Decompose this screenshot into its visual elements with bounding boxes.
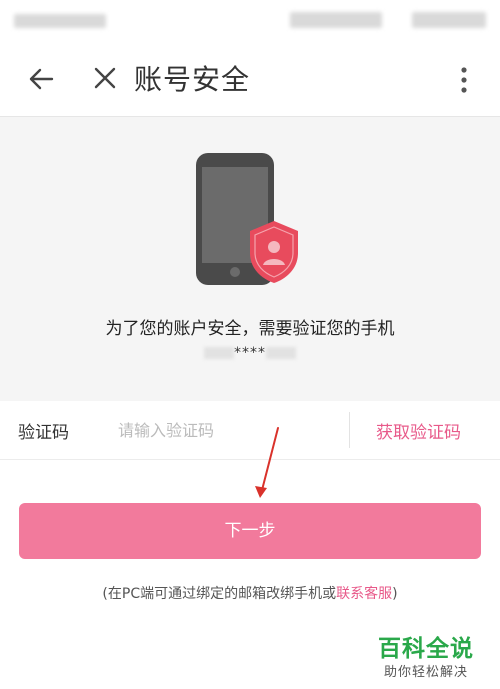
red-arrow-annotation-icon [255, 427, 279, 498]
watermark: 百科全说 助你轻松解决 [366, 625, 492, 687]
smartphone-icon [196, 153, 298, 285]
status-bar-battery-blur [412, 12, 486, 28]
page-title: 账号安全 [134, 63, 251, 96]
verification-code-label: 验证码 [18, 423, 69, 443]
verification-code-input[interactable] [118, 414, 338, 446]
status-bar-right-blur [290, 12, 382, 28]
bottom-hint-prefix: (在PC端可通过绑定的邮箱改绑手机或 [102, 586, 337, 602]
watermark-title: 百科全说 [378, 636, 474, 662]
status-bar [0, 0, 500, 40]
masked-phone-blur-left [204, 347, 234, 359]
bottom-hint-suffix: ) [392, 586, 398, 602]
masked-phone-number: **** [0, 345, 500, 361]
watermark-subtitle: 助你轻松解决 [384, 665, 469, 680]
verification-message: 为了您的账户安全，需要验证您的手机 [105, 319, 395, 339]
arrow-left-icon[interactable] [26, 64, 56, 94]
bottom-hint: (在PC端可通过绑定的邮箱改绑手机或联系客服) [0, 583, 500, 603]
status-bar-left-blur [14, 14, 106, 28]
close-icon[interactable] [92, 65, 118, 91]
masked-phone-blur-right [266, 347, 296, 359]
masked-phone-stars: **** [234, 345, 266, 361]
app-bar: 账号安全 [0, 40, 500, 117]
contact-support-link[interactable]: 联系客服 [336, 586, 392, 602]
more-vertical-icon[interactable] [454, 64, 474, 96]
hero-section: 为了您的账户安全，需要验证您的手机 **** [0, 117, 500, 401]
next-button[interactable]: 下一步 [19, 503, 481, 559]
get-code-button[interactable]: 获取验证码 [376, 418, 461, 443]
vertical-divider [349, 412, 350, 448]
